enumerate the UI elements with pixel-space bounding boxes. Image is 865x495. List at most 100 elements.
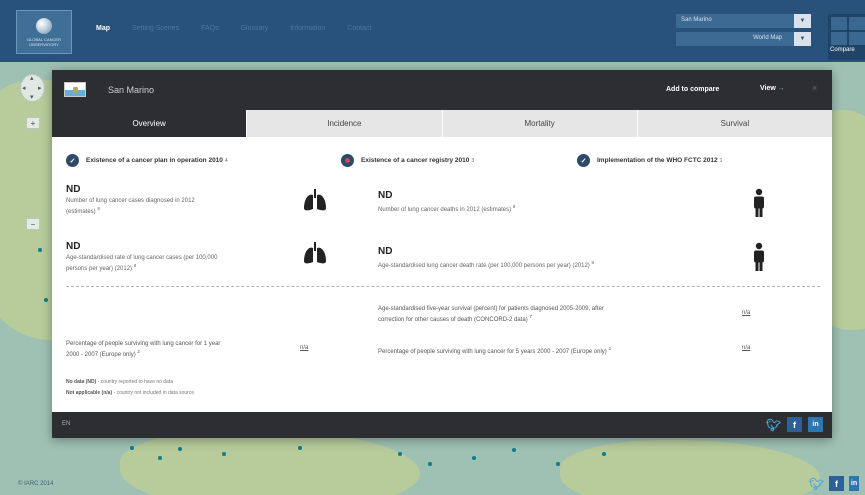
pan-right-icon[interactable]: ▸ bbox=[38, 84, 42, 92]
map-marker[interactable] bbox=[38, 248, 42, 252]
copyright: © IARC 2014 bbox=[18, 481, 54, 487]
compare-grid-icon bbox=[831, 17, 865, 45]
five-year-concord-value: n/a bbox=[742, 310, 751, 316]
map-marker[interactable] bbox=[158, 456, 162, 460]
nav-item-setting-scenes[interactable]: Setting Scenes bbox=[132, 25, 179, 32]
incidence-rate-value: ND bbox=[66, 241, 81, 252]
linkedin-icon[interactable]: in bbox=[808, 417, 823, 432]
death-rate-desc: Age-standardised lung cancer death rate … bbox=[378, 260, 594, 269]
globe-icon bbox=[36, 17, 52, 34]
incidence-rate-stat: ND Age-standardised rate of lung cancer … bbox=[66, 241, 306, 273]
map-marker[interactable] bbox=[178, 447, 182, 451]
lung-cancer-cases-value: ND bbox=[66, 184, 81, 195]
linkedin-icon[interactable]: in bbox=[849, 476, 859, 491]
nav-item-glossary[interactable]: Glossary bbox=[241, 25, 269, 32]
lung-cancer-deaths-stat: ND Number of lung cancer deaths in 2012 … bbox=[378, 190, 718, 214]
zoom-out-button[interactable]: − bbox=[26, 218, 40, 230]
page-share-links: 🐦︎ f in bbox=[809, 476, 859, 491]
five-year-europe-ref[interactable]: 2 bbox=[608, 346, 611, 351]
compare-label: Compare bbox=[830, 47, 855, 53]
map-marker[interactable] bbox=[472, 456, 476, 460]
pan-down-icon[interactable]: ▾ bbox=[30, 93, 34, 101]
who-fctc-ref[interactable]: 1 bbox=[720, 158, 723, 164]
who-fctc-label: Implementation of the WHO FCTC 2012 bbox=[597, 157, 718, 164]
nav-item-faqs[interactable]: FAQs bbox=[201, 25, 219, 32]
legend-no-data: No data (ND) - country reported to have … bbox=[66, 379, 173, 385]
lung-cancer-cases-ref[interactable]: 8 bbox=[97, 206, 100, 211]
logo-text: GLOBAL CANCER OBSERVATORY bbox=[27, 36, 61, 47]
compare-button[interactable]: Compare bbox=[828, 14, 865, 60]
no-registry-icon bbox=[341, 154, 354, 167]
twitter-icon[interactable]: 🐦︎ bbox=[809, 476, 824, 491]
map-marker[interactable] bbox=[512, 448, 516, 452]
incidence-rate-desc: Age-standardised rate of lung cancer cas… bbox=[66, 255, 218, 272]
nav-item-information[interactable]: Information bbox=[290, 25, 325, 32]
tab-survival[interactable]: Survival bbox=[636, 110, 832, 137]
map-marker[interactable] bbox=[602, 452, 606, 456]
one-year-survival-ref[interactable]: 2 bbox=[137, 349, 140, 354]
map-type-select[interactable]: World Map ▼ bbox=[676, 32, 811, 46]
one-year-survival-label: Percentage of people surviving with lung… bbox=[66, 341, 221, 358]
lung-cancer-deaths-ref[interactable]: 8 bbox=[513, 204, 516, 209]
pan-control[interactable]: ▴ ◂ ▸ ▾ bbox=[20, 74, 45, 102]
lungs-icon bbox=[304, 242, 326, 264]
death-rate-stat: ND Age-standardised lung cancer death ra… bbox=[378, 246, 738, 270]
facebook-icon[interactable]: f bbox=[787, 417, 802, 432]
share-links: 🐦︎ f in bbox=[766, 417, 823, 432]
cancer-plan-ref[interactable]: 4 bbox=[225, 158, 228, 164]
map-marker[interactable] bbox=[398, 452, 402, 456]
cancer-plan-label: Existence of a cancer plan in operation … bbox=[86, 157, 223, 164]
map-marker[interactable] bbox=[428, 462, 432, 466]
san-marino-flag-icon bbox=[64, 82, 86, 97]
zoom-in-button[interactable]: + bbox=[26, 117, 40, 129]
chevron-down-icon[interactable]: ▼ bbox=[794, 14, 811, 28]
cancer-registry-status: Existence of a cancer registry 2010 3 bbox=[341, 154, 474, 167]
nav-item-contact[interactable]: Contact bbox=[347, 25, 371, 32]
tab-overview[interactable]: Overview bbox=[52, 110, 247, 137]
data-legend: No data (ND) - country reported to have … bbox=[66, 377, 194, 399]
cancer-registry-ref[interactable]: 3 bbox=[471, 158, 474, 164]
incidence-rate-ref[interactable]: 8 bbox=[134, 263, 137, 268]
five-year-concord-label: Age-standardised five-year survival (per… bbox=[378, 306, 604, 323]
map-marker[interactable] bbox=[556, 462, 560, 466]
checkmark-icon: ✓ bbox=[577, 154, 590, 167]
facebook-icon[interactable]: f bbox=[829, 476, 844, 491]
map-marker[interactable] bbox=[44, 298, 48, 302]
country-select[interactable]: San Marino ▼ bbox=[676, 14, 811, 28]
map-landmass bbox=[560, 440, 820, 495]
country-profile-modal: San Marino Add to compare View → × Overv… bbox=[52, 70, 832, 438]
lung-cancer-deaths-desc: Number of lung cancer deaths in 2012 (es… bbox=[378, 204, 516, 213]
main-menu: Map Setting Scenes FAQs Glossary Informa… bbox=[96, 25, 371, 32]
lung-cancer-deaths-value: ND bbox=[378, 190, 393, 201]
status-checks: ✓ Existence of a cancer plan in operatio… bbox=[66, 154, 826, 168]
twitter-icon[interactable]: 🐦︎ bbox=[766, 417, 781, 432]
map-marker[interactable] bbox=[222, 452, 226, 456]
modal-country-name: San Marino bbox=[108, 85, 155, 95]
pan-up-icon[interactable]: ▴ bbox=[30, 74, 34, 82]
tab-mortality[interactable]: Mortality bbox=[441, 110, 637, 137]
map-marker[interactable] bbox=[298, 446, 302, 450]
view-button[interactable]: View → bbox=[760, 85, 785, 92]
overview-panel: ✓ Existence of a cancer plan in operatio… bbox=[52, 137, 832, 412]
nav-item-map[interactable]: Map bbox=[96, 25, 110, 32]
cancer-registry-label: Existence of a cancer registry 2010 bbox=[361, 157, 470, 164]
five-year-concord-ref[interactable]: 7 bbox=[529, 314, 532, 319]
person-icon bbox=[754, 242, 764, 271]
arrow-right-icon: → bbox=[777, 85, 785, 92]
lungs-icon bbox=[304, 189, 326, 211]
map-type-select-value: World Map bbox=[676, 32, 794, 46]
map-marker[interactable] bbox=[130, 446, 134, 450]
site-logo[interactable]: GLOBAL CANCER OBSERVATORY bbox=[16, 10, 72, 54]
pan-left-icon[interactable]: ◂ bbox=[22, 84, 26, 92]
modal-footer: EN 🐦︎ f in bbox=[52, 412, 832, 438]
chevron-down-icon[interactable]: ▼ bbox=[794, 32, 811, 46]
tab-incidence[interactable]: Incidence bbox=[246, 110, 442, 137]
close-icon[interactable]: × bbox=[812, 83, 817, 93]
five-year-europe-label: Percentage of people surviving with lung… bbox=[378, 346, 611, 355]
death-rate-ref[interactable]: 8 bbox=[591, 260, 594, 265]
add-to-compare-button[interactable]: Add to compare bbox=[666, 86, 719, 93]
map-landmass bbox=[120, 430, 420, 495]
country-select-value: San Marino bbox=[676, 14, 794, 28]
one-year-survival-value: n/a bbox=[300, 345, 309, 351]
language-code[interactable]: EN bbox=[62, 421, 70, 427]
